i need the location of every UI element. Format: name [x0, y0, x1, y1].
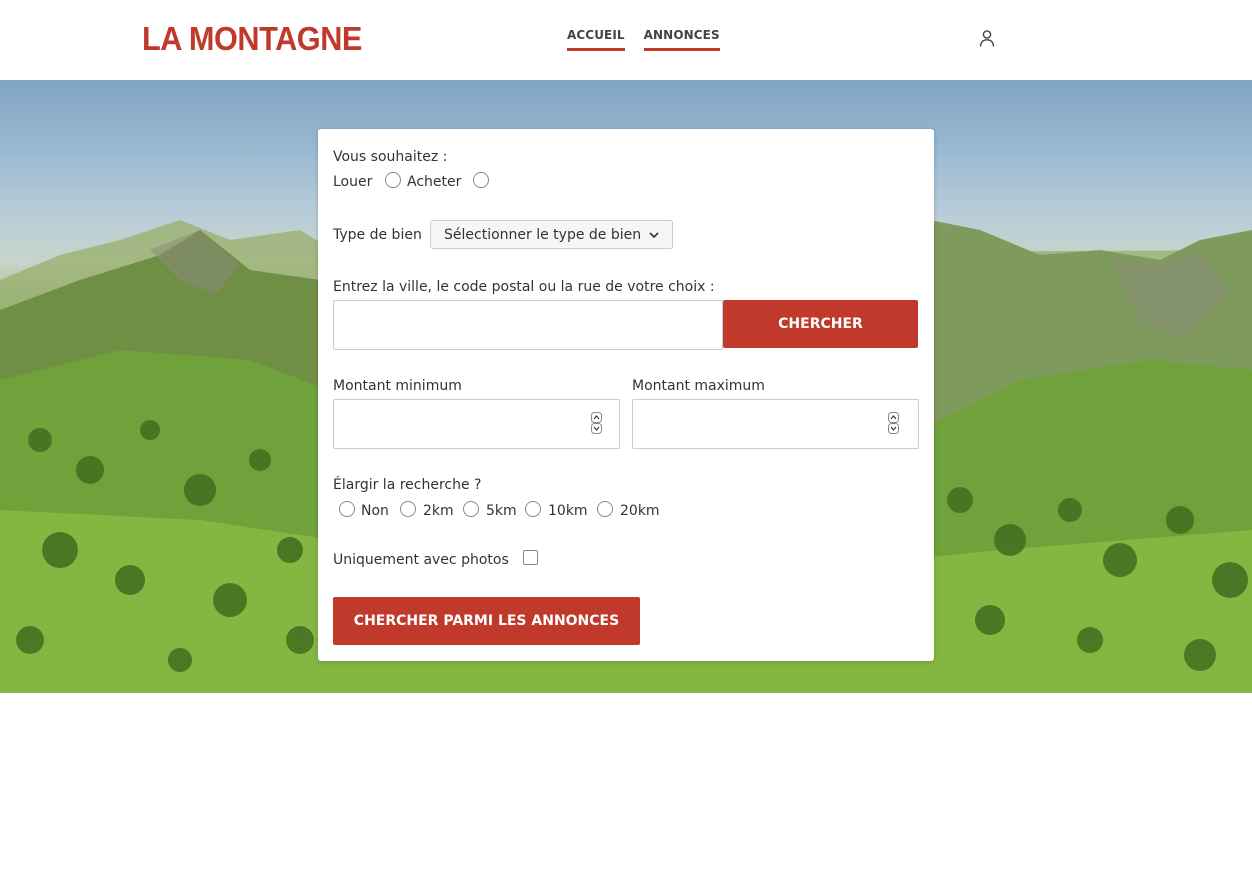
search-button[interactable]: CHERCHER [723, 300, 918, 348]
radius-non-label: Non [361, 503, 389, 519]
max-amount-stepper-icon[interactable] [888, 412, 899, 434]
radio-radius-10km[interactable] [525, 501, 541, 517]
nav-annonces[interactable]: ANNONCES [643, 28, 720, 51]
radio-radius-2km[interactable] [400, 501, 416, 517]
min-amount-input[interactable] [333, 399, 620, 449]
property-type-select[interactable]: Sélectionner le type de bien [430, 220, 673, 249]
min-amount-stepper-icon[interactable] [591, 412, 602, 434]
property-type-label: Type de bien [333, 227, 422, 243]
max-amount-input[interactable] [632, 399, 919, 449]
site-header: LA MONTAGNE ACCUEIL ANNONCES [0, 0, 1252, 80]
min-amount-label: Montant minimum [333, 378, 462, 394]
submit-search-button[interactable]: CHERCHER PARMI LES ANNONCES [333, 597, 640, 645]
location-label: Entrez la ville, le code postal ou la ru… [333, 279, 715, 295]
photos-only-checkbox[interactable] [523, 550, 538, 565]
intent-label: Vous souhaitez : [333, 149, 448, 165]
radius-5km-label: 5km [486, 503, 517, 519]
chevron-down-icon [649, 232, 659, 239]
max-amount-label: Montant maximum [632, 378, 765, 394]
radio-radius-non[interactable] [339, 501, 355, 517]
radius-2km-label: 2km [423, 503, 454, 519]
property-type-select-value: Sélectionner le type de bien [444, 227, 642, 243]
search-form-card: Vous souhaitez : Louer Acheter Type de b… [318, 129, 934, 661]
option-acheter-label: Acheter [407, 174, 462, 190]
photos-only-label: Uniquement avec photos [333, 552, 509, 568]
radius-10km-label: 10km [548, 503, 588, 519]
radius-label: Élargir la recherche ? [333, 477, 482, 493]
radius-20km-label: 20km [620, 503, 660, 519]
option-louer-label: Louer [333, 174, 373, 190]
radio-radius-20km[interactable] [597, 501, 613, 517]
user-account-icon[interactable] [977, 28, 997, 48]
nav-accueil[interactable]: ACCUEIL [567, 28, 625, 51]
site-logo[interactable]: LA MONTAGNE [142, 22, 362, 56]
main-nav: ACCUEIL ANNONCES [567, 28, 720, 51]
radio-radius-5km[interactable] [463, 501, 479, 517]
location-input[interactable] [333, 300, 723, 350]
radio-acheter[interactable] [473, 172, 489, 188]
radio-louer[interactable] [385, 172, 401, 188]
